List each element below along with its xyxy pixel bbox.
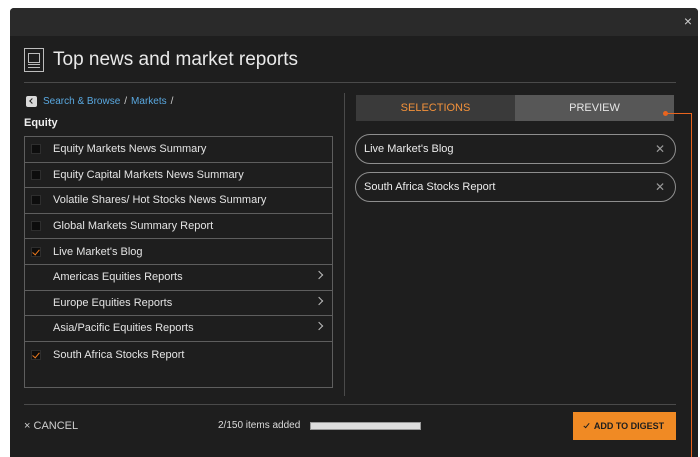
callout-line-vertical [691,113,693,457]
checkbox-spacer [31,272,41,282]
dialog-title-bar: × [10,8,698,36]
chevron-right-icon [314,270,324,280]
list-item-label: South Africa Stocks Report [53,348,185,361]
list-item[interactable]: Equity Capital Markets News Summary [25,163,332,189]
footer-divider [24,404,676,405]
checkbox[interactable] [31,221,41,232]
checkbox-spacer [31,298,41,308]
report-list: Equity Markets News Summary Equity Capita… [24,136,333,388]
callout-dot [663,111,668,116]
items-added-count: 2/150 items added [218,420,301,431]
breadcrumb-markets[interactable]: Markets [131,96,167,107]
checkbox[interactable] [31,144,41,155]
checkbox[interactable] [31,169,41,180]
close-icon[interactable]: × [684,14,692,28]
list-item[interactable]: Live Market's Blog [25,239,332,265]
checkbox[interactable] [31,195,41,206]
back-arrow-icon[interactable] [26,96,37,107]
digest-dialog: × Top news and market reports Search & B… [10,8,698,457]
list-item-label: Global Markets Summary Report [53,220,214,233]
selection-chip: Live Market's Blog ✕ [355,134,676,164]
list-item[interactable]: Europe Equities Reports [25,291,332,317]
breadcrumb-separator: / [170,96,174,107]
selection-chip-label: Live Market's Blog [364,143,454,155]
panel-tabs: SELECTIONS PREVIEW [356,95,674,121]
callout-line [666,113,692,115]
page-title: Top news and market reports [53,49,299,70]
list-item[interactable]: Global Markets Summary Report [25,214,332,240]
check-icon [583,421,590,428]
list-item[interactable]: South Africa Stocks Report [25,342,332,368]
remove-icon[interactable]: ✕ [655,180,665,194]
list-item-label: Asia/Pacific Equities Reports [53,322,194,335]
list-item-label: Volatile Shares/ Hot Stocks News Summary [53,194,267,207]
breadcrumb: Search & Browse / Markets / [26,96,177,107]
chevron-right-icon [314,321,324,331]
panel-divider [344,93,345,396]
header-divider [24,82,676,83]
breadcrumb-separator: / [124,96,128,107]
remove-icon[interactable]: ✕ [655,142,665,156]
add-to-digest-label: ADD TO DIGEST [593,421,665,431]
list-item[interactable]: Equity Markets News Summary [25,137,332,163]
list-item-label: Equity Capital Markets News Summary [53,168,244,181]
list-item-label: Equity Markets News Summary [53,143,207,156]
cancel-label: CANCEL [33,420,79,432]
checkbox-checked[interactable] [31,246,41,257]
chevron-right-icon [314,296,324,305]
checkbox-spacer [31,323,41,333]
list-item[interactable]: Asia/Pacific Equities Reports [25,316,332,342]
breadcrumb-search-browse[interactable]: Search & Browse [43,96,120,107]
close-icon: × [24,420,31,432]
add-to-digest-button[interactable]: ADD TO DIGEST [573,412,676,440]
newspaper-icon [24,48,44,72]
selection-chip-label: South Africa Stocks Report [364,181,496,193]
items-progress-fill [311,423,420,429]
list-item[interactable]: Volatile Shares/ Hot Stocks News Summary [25,188,332,214]
list-item[interactable]: Americas Equities Reports [25,265,332,291]
dialog-header: Top news and market reports [24,44,298,76]
list-item-label: Europe Equities Reports [53,296,173,309]
selection-chip: South Africa Stocks Report ✕ [355,172,676,202]
section-title: Equity [24,117,58,129]
items-progress-bar [310,422,421,430]
list-item-label: Americas Equities Reports [53,271,183,284]
tab-selections[interactable]: SELECTIONS [356,95,515,121]
cancel-button[interactable]: × CANCEL [24,420,78,432]
list-item-label: Live Market's Blog [53,245,143,258]
tab-preview[interactable]: PREVIEW [515,95,674,121]
checkbox-checked[interactable] [31,349,41,360]
